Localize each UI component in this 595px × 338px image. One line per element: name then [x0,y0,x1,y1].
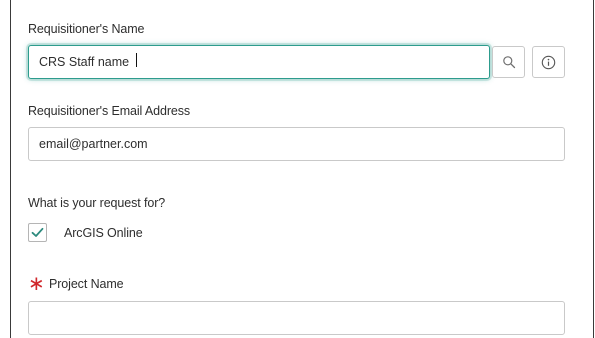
arcgis-online-label[interactable]: ArcGIS Online [64,226,143,240]
info-icon [541,55,556,69]
checkmark-icon [31,227,44,237]
search-icon [502,56,515,69]
requisitioner-email-label: Requisitioner's Email Address [28,104,191,118]
requisitioner-email-input[interactable] [28,127,565,161]
requisitioner-name-input[interactable] [28,45,490,79]
request-for-question: What is your request for? [28,196,166,210]
arcgis-online-checkbox[interactable] [28,223,47,242]
project-name-input[interactable] [28,301,565,335]
info-button[interactable] [532,46,565,78]
search-button[interactable] [492,46,525,78]
project-name-label: Project Name [49,277,124,291]
text-caret [136,53,137,67]
requisitioner-name-label: Requisitioner's Name [28,22,145,36]
required-asterisk-icon: ∗ [28,271,45,295]
